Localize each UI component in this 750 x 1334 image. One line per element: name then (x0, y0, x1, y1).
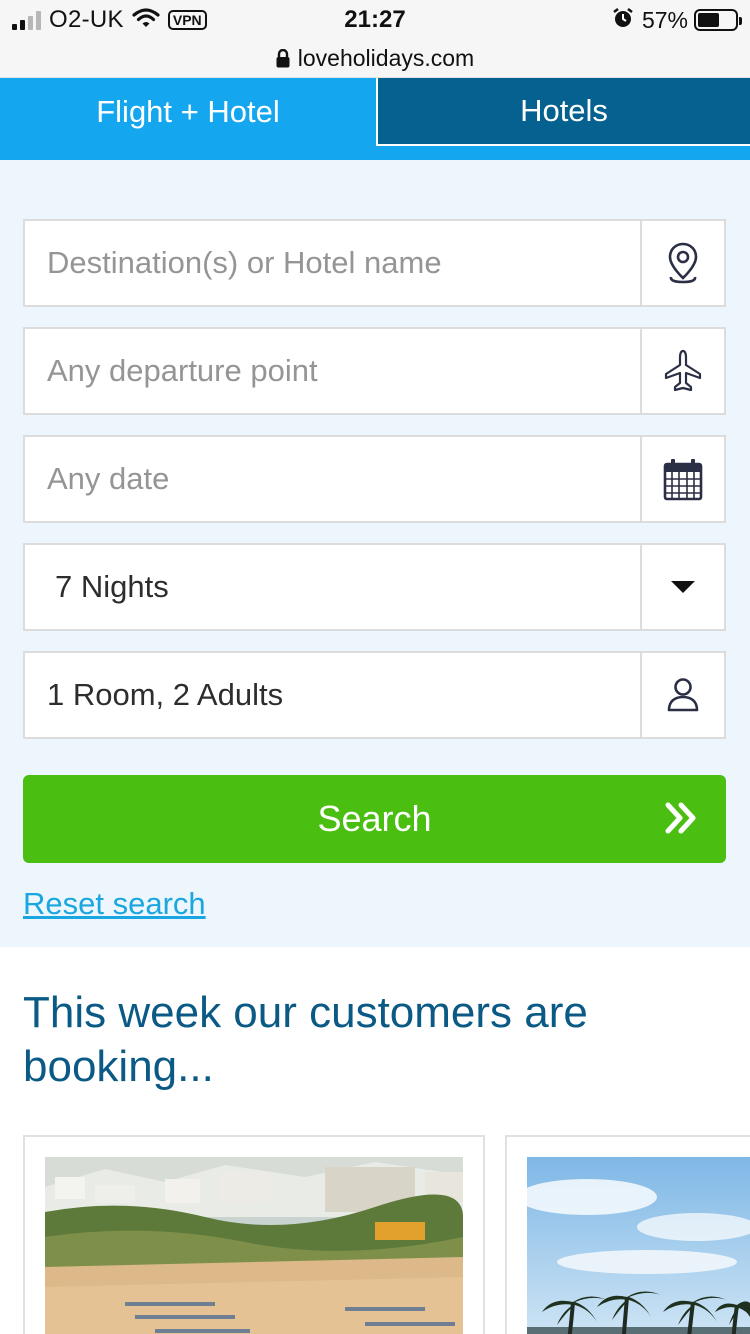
hotel-image (45, 1157, 463, 1334)
date-field[interactable]: Any date (23, 435, 726, 523)
search-button-label: Search (317, 798, 432, 839)
hotel-card[interactable] (505, 1135, 750, 1334)
destination-field[interactable]: Destination(s) or Hotel name (23, 219, 726, 307)
calendar-icon[interactable] (640, 437, 724, 521)
departure-placeholder: Any departure point (47, 353, 318, 388)
page: O2-UK VPN 21:27 57% loveholidays.com Fli… (0, 0, 750, 1334)
airplane-icon[interactable] (640, 329, 724, 413)
nights-value: 7 Nights (55, 569, 169, 604)
battery-level (698, 13, 719, 27)
rooms-guests-value: 1 Room, 2 Adults (47, 677, 284, 712)
hotel-image (527, 1157, 750, 1334)
search-button[interactable]: Search (23, 775, 726, 863)
map-pin-icon[interactable] (640, 221, 724, 305)
hotel-card[interactable] (23, 1135, 485, 1334)
battery-percent: 57% (641, 6, 688, 33)
tab-flight-hotel[interactable]: Flight + Hotel (0, 78, 376, 146)
dropdown-caret-icon[interactable] (640, 545, 724, 629)
url-bar[interactable]: loveholidays.com (0, 40, 750, 78)
status-bar: O2-UK VPN 21:27 57% (0, 0, 750, 40)
alarm-icon (612, 7, 634, 34)
reset-search-link[interactable]: Reset search (23, 886, 206, 922)
url-text: loveholidays.com (297, 45, 475, 71)
search-tabs: Flight + Hotel Hotels (0, 78, 750, 160)
person-icon[interactable] (640, 653, 724, 737)
section-title: This week our customers are booking... (23, 988, 588, 1091)
rooms-guests-field[interactable]: 1 Room, 2 Adults (23, 651, 726, 739)
battery-icon (694, 9, 742, 31)
lock-icon (276, 49, 290, 68)
departure-field[interactable]: Any departure point (23, 327, 726, 415)
tab-hotels[interactable]: Hotels (376, 78, 750, 146)
date-placeholder: Any date (47, 461, 170, 496)
double-chevron-right-icon (664, 801, 698, 844)
nights-select[interactable]: 7 Nights (23, 543, 726, 631)
destination-placeholder: Destination(s) or Hotel name (47, 245, 442, 280)
